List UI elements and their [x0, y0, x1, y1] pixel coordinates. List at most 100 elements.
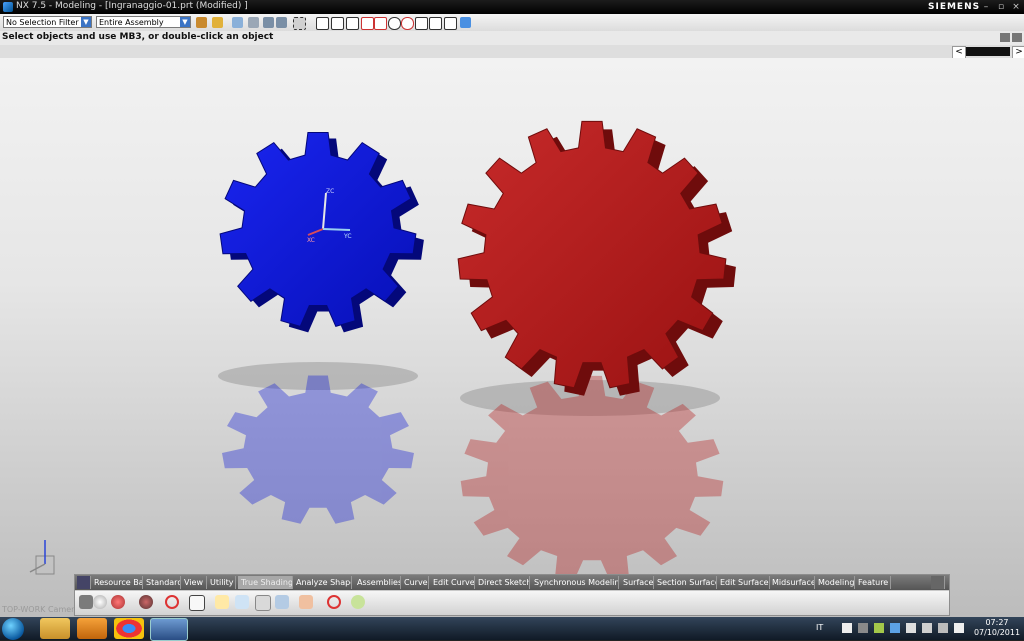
shading-sphere-icon[interactable] — [93, 595, 107, 609]
line-midpoint-icon[interactable] — [346, 17, 359, 30]
tab-utility[interactable]: Utility — [207, 576, 236, 589]
tab-true-shading[interactable]: True Shading — [238, 576, 293, 589]
tray-app-icon[interactable] — [858, 623, 868, 633]
tab-assemblies[interactable]: Assemblies — [354, 576, 401, 589]
tray-network-icon[interactable] — [906, 623, 916, 633]
title-bar: NX 7.5 - Modeling - [Ingranaggio-01.prt … — [0, 0, 1024, 14]
ribbon-minimize-icon[interactable] — [931, 576, 945, 589]
tab-standard[interactable]: Standard — [143, 576, 181, 589]
selection-filter-value: No Selection Filter — [6, 18, 79, 27]
line-endpoint-icon[interactable] — [331, 17, 344, 30]
tab-surface[interactable]: Surface — [620, 576, 654, 589]
power-icon[interactable] — [954, 623, 964, 633]
language-indicator[interactable]: IT — [816, 623, 823, 632]
scope-dropdown[interactable]: Entire Assembly ▼ — [96, 16, 191, 28]
tray-security-icon[interactable] — [890, 623, 900, 633]
globe-icon[interactable] — [351, 595, 365, 609]
user-icon[interactable] — [235, 595, 249, 609]
gears — [219, 120, 736, 396]
chrome-icon[interactable] — [114, 618, 144, 639]
intersection-icon[interactable] — [374, 17, 387, 30]
small-gear[interactable] — [219, 132, 417, 328]
graphics-window[interactable]: ZC XC YC TOP-WORK Camer — [0, 58, 1024, 617]
ribbon-grip-icon[interactable] — [77, 576, 91, 589]
tab-analyze-shape[interactable]: Analyze Shape — [293, 576, 352, 589]
ribbon-icon-row — [75, 591, 949, 615]
scope-value: Entire Assembly — [99, 18, 164, 27]
tab-midsurface[interactable]: Midsurface — [769, 576, 815, 589]
tab-synchronous-modeling[interactable]: Synchronous Modeling — [531, 576, 619, 589]
large-gear-reflection — [460, 375, 724, 580]
selection-toolbar: No Selection Filter ▼ Entire Assembly ▼ — [0, 14, 1024, 32]
undo-icon[interactable] — [232, 17, 243, 28]
large-gear[interactable] — [457, 120, 727, 389]
material-icon[interactable] — [111, 595, 125, 609]
dots-grid-icon[interactable] — [299, 595, 313, 609]
clock-time: 07:27 — [985, 618, 1009, 627]
view-triad-icon — [29, 540, 55, 575]
wcs-zc-label: ZC — [326, 188, 334, 195]
cube-icon[interactable] — [460, 17, 471, 28]
no-entry-icon[interactable] — [165, 595, 179, 609]
box-select-icon[interactable] — [293, 17, 306, 30]
no-entry-icon[interactable] — [327, 595, 341, 609]
gear-scene: ZC XC YC — [29, 120, 736, 580]
volume-icon[interactable] — [938, 623, 948, 633]
display-frame-icon[interactable] — [189, 595, 205, 611]
wcs-xc-label: XC — [307, 237, 315, 244]
background-icon[interactable] — [139, 595, 153, 609]
tab-direct-sketch[interactable]: Direct Sketch — [475, 576, 530, 589]
tab-modeling[interactable]: Modeling — [815, 576, 855, 589]
settings-gear-icon[interactable] — [196, 17, 207, 28]
media-player-icon[interactable] — [77, 618, 107, 639]
existing-point-icon[interactable] — [415, 17, 428, 30]
point-on-curve-icon[interactable] — [429, 17, 442, 30]
redo-icon[interactable] — [276, 17, 287, 28]
minimize-button[interactable]: – — [980, 2, 992, 12]
floor-grid-icon[interactable] — [255, 595, 271, 611]
clock[interactable]: 07:27 07/10/2011 — [972, 618, 1022, 638]
select-all-icon[interactable] — [212, 17, 223, 28]
siemens-logo: SIEMENS — [928, 2, 981, 12]
progress-bar — [966, 47, 1010, 56]
tab-resource-bar[interactable]: Resource Bar — [91, 576, 143, 589]
ribbon-tab-strip: Resource Bar Standard View Utility True … — [75, 575, 949, 590]
rotate-icon[interactable] — [263, 17, 274, 28]
chevron-down-icon[interactable]: ▼ — [81, 17, 91, 27]
tab-view[interactable]: View — [181, 576, 207, 589]
nx-taskbar-icon[interactable] — [150, 618, 188, 641]
explorer-icon[interactable] — [40, 618, 70, 639]
status-line: < > — [0, 45, 1024, 59]
tab-edit-curve[interactable]: Edit Curve — [430, 576, 475, 589]
tab-feature[interactable]: Feature — [855, 576, 891, 589]
tab-edit-surface[interactable]: Edit Surface — [717, 576, 770, 589]
tab-curve[interactable]: Curve — [401, 576, 429, 589]
tab-section-surface[interactable]: Section Surface — [654, 576, 717, 589]
small-gear-reflection — [222, 375, 414, 524]
settings-gear-icon[interactable] — [79, 595, 93, 609]
start-button[interactable] — [2, 618, 24, 640]
window-title: NX 7.5 - Modeling - [Ingranaggio-01.prt … — [16, 1, 248, 11]
snap-grid-icon[interactable] — [316, 17, 329, 30]
tray-flag-icon[interactable] — [922, 623, 932, 633]
wcs-yc-label: YC — [343, 233, 352, 240]
camera-icon[interactable] — [275, 595, 289, 609]
restore-button[interactable]: ▫ — [995, 2, 1007, 12]
close-icon[interactable] — [1012, 33, 1022, 42]
restore-icon[interactable] — [1000, 33, 1010, 42]
clock-date: 07/10/2011 — [973, 628, 1021, 637]
selection-filter-dropdown[interactable]: No Selection Filter ▼ — [3, 16, 92, 28]
view-icon[interactable] — [248, 17, 259, 28]
point-on-face-icon[interactable] — [444, 17, 457, 30]
quadrant-icon[interactable] — [401, 17, 414, 30]
tray-nvidia-icon[interactable] — [874, 623, 884, 633]
windows-taskbar: IT 07:27 07/10/2011 — [0, 617, 1024, 641]
close-button[interactable]: × — [1010, 2, 1022, 12]
lighting-icon[interactable] — [215, 595, 229, 609]
nx-app-icon[interactable] — [3, 2, 13, 12]
chevron-down-icon[interactable]: ▼ — [180, 17, 190, 27]
center-point-icon[interactable] — [388, 17, 401, 30]
curve-icon[interactable] — [361, 17, 374, 30]
watermark: TOP-WORK Camer — [2, 605, 75, 614]
tray-show-hidden-icon[interactable] — [842, 623, 852, 633]
